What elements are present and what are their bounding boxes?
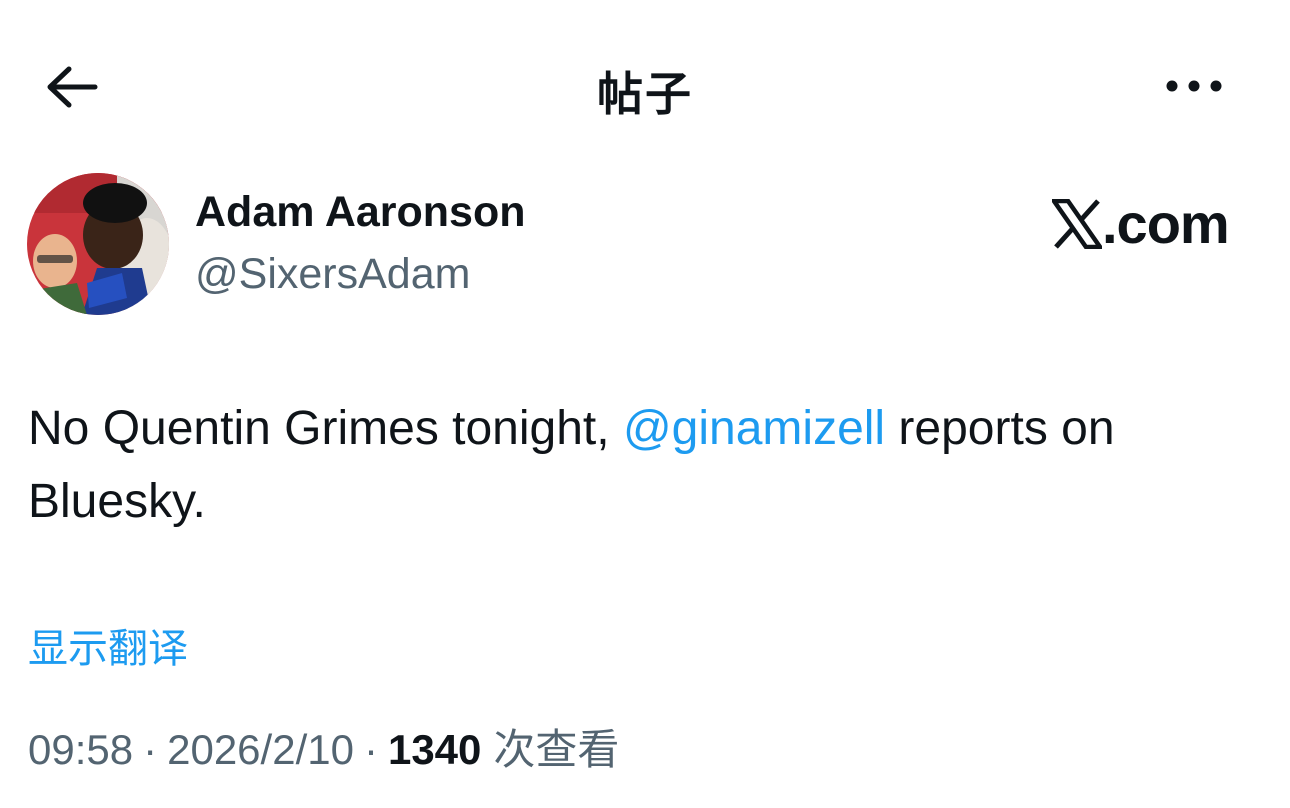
top-navigation-bar: 帖子 xyxy=(0,0,1290,170)
show-translation-link[interactable]: 显示翻译 xyxy=(28,616,188,674)
meta-separator: · xyxy=(363,726,378,773)
more-horizontal-icon xyxy=(1166,80,1222,92)
meta-separator: · xyxy=(143,726,158,773)
tweet-meta: 09:58 · 2026/2/10 · 1340 次查看 xyxy=(28,716,619,777)
page-title: 帖子 xyxy=(597,67,693,121)
mention-link[interactable]: @ginamizell xyxy=(623,402,885,455)
views-label: 次查看 xyxy=(493,725,620,774)
author-display-name[interactable]: Adam Aaronson xyxy=(195,188,526,237)
views-count[interactable]: 1340 xyxy=(388,726,481,774)
avatar-photo xyxy=(27,173,169,315)
tweet-text-part: No Quentin Grimes tonight, xyxy=(28,402,623,455)
avatar[interactable] xyxy=(27,173,169,315)
watermark-text: .com xyxy=(1102,192,1230,255)
tweet-date[interactable]: 2026/2/10 xyxy=(167,726,354,774)
tweet-time[interactable]: 09:58 xyxy=(28,726,133,774)
tweet-text: No Quentin Grimes tonight, @ginamizell r… xyxy=(28,392,1268,538)
more-options-button[interactable] xyxy=(1158,60,1230,112)
x-logo-icon xyxy=(1052,199,1102,249)
author-handle[interactable]: @SixersAdam xyxy=(195,250,470,299)
x-watermark: .com xyxy=(1052,192,1230,256)
